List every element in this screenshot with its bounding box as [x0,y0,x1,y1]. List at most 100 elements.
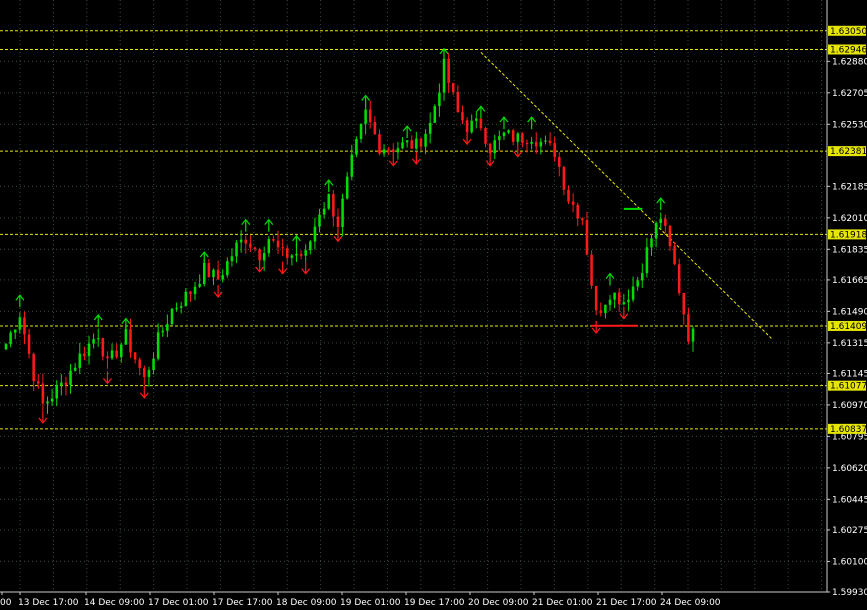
candle-body [682,292,686,315]
candle-body [447,58,450,84]
candle-body [341,198,344,227]
candle-body [258,249,261,261]
candle-body [484,128,487,144]
candle-body [96,338,100,340]
candle-body [350,154,354,177]
x-tick-label: 13 Dec 17:00 [18,598,79,608]
candle-body [585,220,589,255]
candle-body [673,246,676,265]
candle-body [687,314,690,342]
candle-body [4,343,8,350]
candle-body [410,140,414,149]
x-tick-label: 19 Dec 01:00 [340,598,401,608]
candle-body [622,302,626,305]
candle-body [143,368,146,377]
candle-body [368,109,372,123]
candle-body [401,142,404,149]
candle-body [424,133,427,147]
candle-body [387,149,390,151]
candle-body [470,120,473,133]
candle-body [198,284,201,287]
candle-body [392,149,395,153]
candle-body [156,332,160,359]
candle-body [202,263,206,285]
candle-body [382,149,386,154]
level-label: 1.62381 [830,147,867,157]
y-tick-label: 1.60970 [832,401,867,411]
candle-body [539,141,543,147]
candle-body [594,285,598,311]
candle-body [364,109,367,124]
candle-body [83,353,86,357]
candle-body [475,118,478,121]
candle-body [322,208,326,215]
candle-body [152,358,155,371]
candle-body [419,138,423,147]
candle-body [604,304,607,314]
x-tick-label: 21 Dec 01:00 [532,598,593,608]
candle-body [456,91,460,113]
candle-body [396,148,400,153]
candle-body [576,204,579,219]
level-label: 1.61918 [830,230,867,240]
candle-body [548,140,552,144]
candle-body [659,218,662,223]
x-tick-label: 17 Dec 01:00 [148,598,209,608]
candle-body [562,166,566,190]
candle-body [530,141,533,144]
candle-body [101,338,105,357]
candle-body [373,122,377,135]
candle-body [498,136,501,141]
candle-body [170,308,174,325]
candle-body [378,134,381,154]
candle-body [479,118,483,129]
price-chart: 1.62880 1.62705 1.62530 1.62185 1.62010 1.618… [0,0,867,608]
candle-body [27,334,31,354]
candle-body [599,310,603,314]
candle-body [327,194,331,209]
candle-body [359,123,363,139]
candle-body [262,253,266,261]
chart-window: 1.62880 1.62705 1.62530 1.62185 1.62010 1.618… [0,0,867,610]
candle-body [133,352,137,360]
candle-body [129,329,132,353]
candle-body [691,328,695,342]
candle-body [493,140,497,154]
y-tick-label: 1.62010 [832,214,867,224]
candle-body [189,291,192,295]
candle-body [590,254,593,286]
candle-body [581,218,584,221]
candle-body [641,273,644,281]
y-tick-label: 1.61835 [832,245,867,255]
candle-body [184,291,188,307]
candle-body [553,143,556,158]
candle-body [110,350,114,359]
candle-body [461,112,464,121]
candle-body [525,142,529,144]
level-label: 1.61077 [830,382,867,392]
candle-body [175,307,178,309]
candle-body [138,359,141,369]
candle-body [627,299,630,303]
candle-body [304,250,307,256]
candle-body [336,216,340,227]
candle-body [216,269,220,280]
candle-body [161,330,165,333]
candle-body [60,382,63,386]
y-tick-label: 1.60100 [832,557,867,567]
candle-body [18,317,22,330]
candle-body [521,133,524,143]
candle-body [106,356,109,359]
candle-body [433,106,437,123]
candle-body [207,263,211,278]
candle-body [281,247,284,249]
candle-body [272,239,275,241]
y-tick-label: 1.60620 [832,464,867,474]
x-tick-label: 19 Dec 17:00 [404,598,465,608]
candle-body [226,261,229,276]
level-label: 1.60837 [830,425,867,435]
candle-body [664,218,667,226]
candle-body [571,201,575,205]
candle-body [212,269,215,278]
x-tick-label: 18 Dec 09:00 [276,598,337,608]
